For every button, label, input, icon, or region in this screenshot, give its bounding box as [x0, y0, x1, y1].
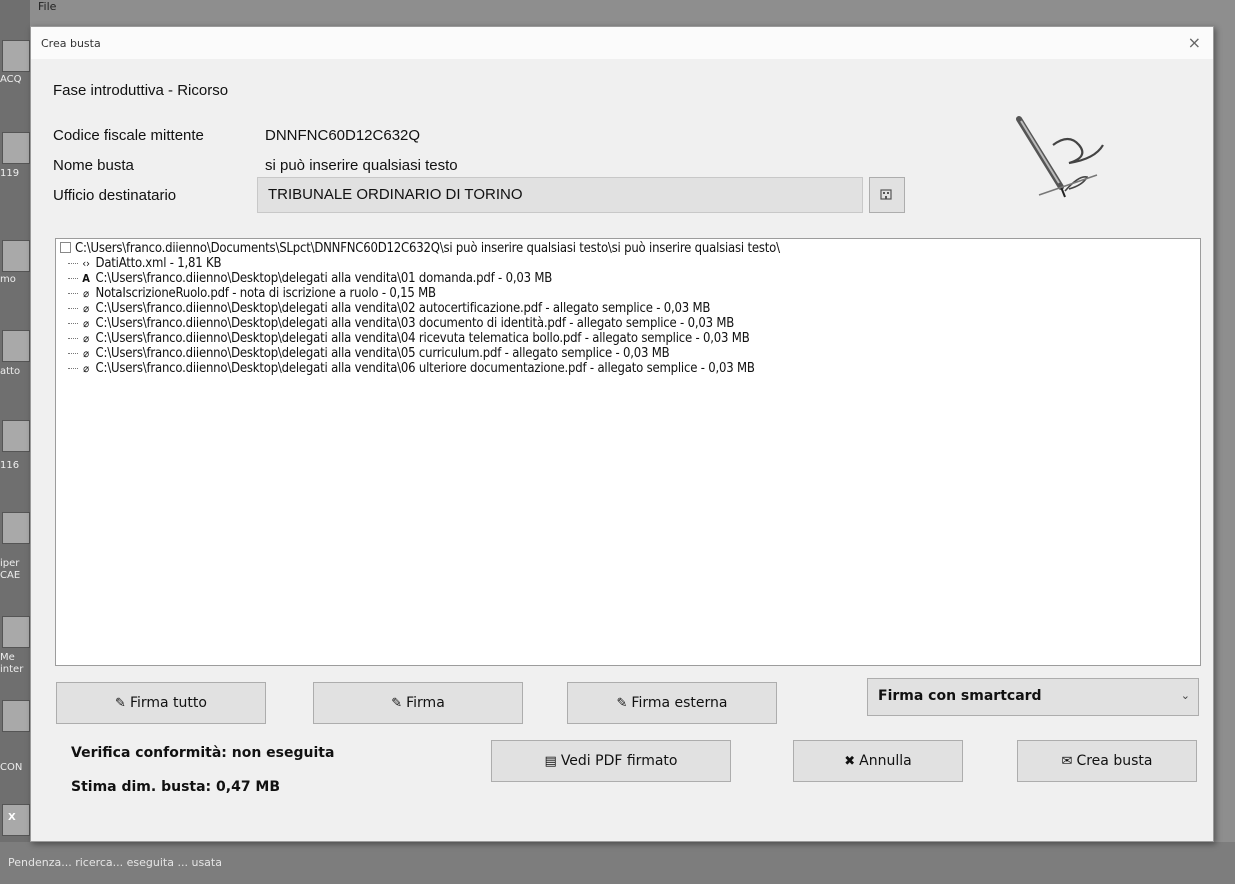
create-envelope-button[interactable]: ✉ Crea busta [1017, 740, 1197, 782]
desktop-shortcut-label: ACQ [0, 74, 22, 85]
desktop-shortcut-icon[interactable] [2, 240, 30, 272]
office-value: TRIBUNALE ORDINARIO DI TORINO [268, 186, 523, 203]
office-label: Ufficio destinatario [53, 187, 177, 204]
cf-value: DNNFNC60D12C632Q [265, 127, 421, 144]
tree-item[interactable]: ⌀ C:\Users\franco.diienno\Desktop\delega… [56, 331, 1200, 346]
tree-item-label: NotaIscrizioneRuolo.pdf - nota di iscriz… [95, 286, 437, 301]
desktop-shortcut-label: atto [0, 366, 21, 377]
cross-icon: ✖ [844, 754, 856, 769]
taskbar-text: Pendenza... ricerca... eseguita ... usat… [8, 856, 222, 869]
create-envelope-label: Crea busta [1076, 753, 1153, 769]
taskbar: Pendenza... ricerca... eseguita ... usat… [0, 842, 1235, 884]
desktop-shortcut-icon[interactable] [2, 616, 30, 648]
tree-expand-icon[interactable] [60, 242, 71, 253]
desktop-icons-strip: ACQ 119 mo atto 116 iper CAE Me inter CO… [0, 0, 30, 884]
sign-method-value: Firma con smartcard [878, 688, 1042, 704]
xml-file-icon: ‹› [82, 257, 90, 270]
sign-all-button[interactable]: ✎ Firma tutto [56, 682, 266, 724]
desktop-shortcut-label: mo [0, 274, 16, 285]
tree-root-item[interactable]: C:\Users\franco.diienno\Documents\SLpct\… [56, 239, 1200, 256]
desktop-shortcut-label: inter [0, 664, 24, 675]
desktop-shortcut-label: iper [0, 558, 20, 569]
pdf-icon: ▤ [544, 754, 557, 769]
sign-method-select[interactable]: Firma con smartcard ⌄ [867, 678, 1199, 716]
tree-item[interactable]: ⌀ C:\Users\franco.diienno\Desktop\delega… [56, 316, 1200, 331]
desktop-shortcut-icon[interactable] [2, 700, 30, 732]
office-field[interactable]: TRIBUNALE ORDINARIO DI TORINO [257, 177, 863, 213]
close-icon[interactable]: × [1188, 33, 1201, 52]
tree-connector [68, 308, 78, 309]
tree-connector [68, 338, 78, 339]
sign-external-button[interactable]: ✎ Firma esterna [567, 682, 777, 724]
paperclip-icon: ⌀ [83, 302, 89, 315]
desktop-shortcut-icon[interactable] [2, 132, 30, 164]
tree-item[interactable]: ⌀ NotaIscrizioneRuolo.pdf - nota di iscr… [56, 286, 1200, 301]
tree-connector [68, 353, 78, 354]
tree-item[interactable]: ⌀ C:\Users\franco.diienno\Desktop\delega… [56, 301, 1200, 316]
cancel-label: Annulla [859, 753, 912, 769]
tree-connector [68, 368, 78, 369]
paperclip-icon: ⌀ [83, 362, 89, 375]
tree-connector [68, 323, 78, 324]
sign-all-label: Firma tutto [129, 695, 207, 711]
envelope-name-value: si può inserire qualsiasi testo [265, 157, 458, 174]
tree-item-label: C:\Users\franco.diienno\Desktop\delegati… [95, 271, 553, 286]
envelope-contents-tree[interactable]: C:\Users\franco.diienno\Documents\SLpct\… [55, 238, 1201, 666]
tree-item-label: C:\Users\franco.diienno\Desktop\delegati… [95, 361, 755, 376]
view-signed-pdf-button[interactable]: ▤ Vedi PDF firmato [491, 740, 731, 782]
paperclip-icon: ⌀ [83, 287, 89, 300]
tree-connector [68, 263, 78, 264]
phase-title: Fase introduttiva - Ricorso [53, 82, 229, 99]
desktop-shortcut-label: CAE [0, 570, 21, 581]
tree-item-label: C:\Users\franco.diienno\Desktop\delegati… [95, 316, 735, 331]
tree-item-label: C:\Users\franco.diienno\Desktop\delegati… [95, 346, 670, 361]
pen-icon: ✎ [616, 696, 628, 711]
desktop-shortcut-label: CON [0, 762, 23, 773]
title-bar[interactable]: Crea busta × [31, 27, 1213, 59]
tree-item-label: C:\Users\franco.diienno\Desktop\delegati… [95, 331, 750, 346]
sign-button[interactable]: ✎ Firma [313, 682, 523, 724]
tree-connector [68, 278, 78, 279]
tree-root-label: C:\Users\franco.diienno\Documents\SLpct\… [75, 241, 780, 256]
pen-icon: ✎ [391, 696, 403, 711]
conformity-status: Verifica conformità: non eseguita [71, 745, 335, 761]
tree-item[interactable]: A C:\Users\franco.diienno\Desktop\delega… [56, 271, 1200, 286]
size-estimate: Stima dim. busta: 0,47 MB [71, 779, 281, 795]
tree-item[interactable]: ⌀ C:\Users\franco.diienno\Desktop\delega… [56, 346, 1200, 361]
cancel-button[interactable]: ✖ Annulla [793, 740, 963, 782]
desktop-shortcut-icon[interactable] [2, 804, 30, 836]
desktop-shortcut-icon[interactable] [2, 40, 30, 72]
desktop-shortcut-label: X [8, 812, 16, 823]
window-title: Crea busta [41, 37, 101, 50]
signature-pen-icon [1016, 116, 1104, 198]
crea-busta-dialog: Crea busta × Fase introduttiva - Ricorso… [30, 26, 1214, 842]
tree-item-label: DatiAtto.xml - 1,81 KB [95, 256, 222, 271]
main-document-icon: A [82, 272, 90, 285]
tree-item[interactable]: ⌀ C:\Users\franco.diienno\Desktop\delega… [56, 361, 1200, 376]
select-office-button[interactable] [869, 177, 905, 213]
envelope-name-label: Nome busta [53, 157, 134, 174]
cf-label: Codice fiscale mittente [53, 127, 204, 144]
sign-label: Firma [406, 695, 445, 711]
desktop-shortcut-icon[interactable] [2, 512, 30, 544]
building-icon [880, 189, 892, 200]
paperclip-icon: ⌀ [83, 317, 89, 330]
desktop-shortcut-icon[interactable] [2, 420, 30, 452]
tree-item[interactable]: ‹› DatiAtto.xml - 1,81 KB [56, 256, 1200, 271]
sign-external-label: Firma esterna [631, 695, 728, 711]
desktop-shortcut-icon[interactable] [2, 330, 30, 362]
paperclip-icon: ⌀ [83, 332, 89, 345]
envelope-icon: ✉ [1061, 754, 1073, 769]
background-window-title: File [38, 0, 57, 13]
pen-icon: ✎ [115, 696, 126, 711]
tree-item-label: C:\Users\franco.diienno\Desktop\delegati… [95, 301, 711, 316]
view-signed-pdf-label: Vedi PDF firmato [560, 753, 678, 769]
desktop-shortcut-label: 116 [0, 460, 20, 471]
desktop-shortcut-label: 119 [0, 168, 20, 179]
tree-connector [68, 293, 78, 294]
desktop-shortcut-label: Me [0, 652, 15, 663]
chevron-down-icon: ⌄ [1180, 690, 1190, 702]
paperclip-icon: ⌀ [83, 347, 89, 360]
